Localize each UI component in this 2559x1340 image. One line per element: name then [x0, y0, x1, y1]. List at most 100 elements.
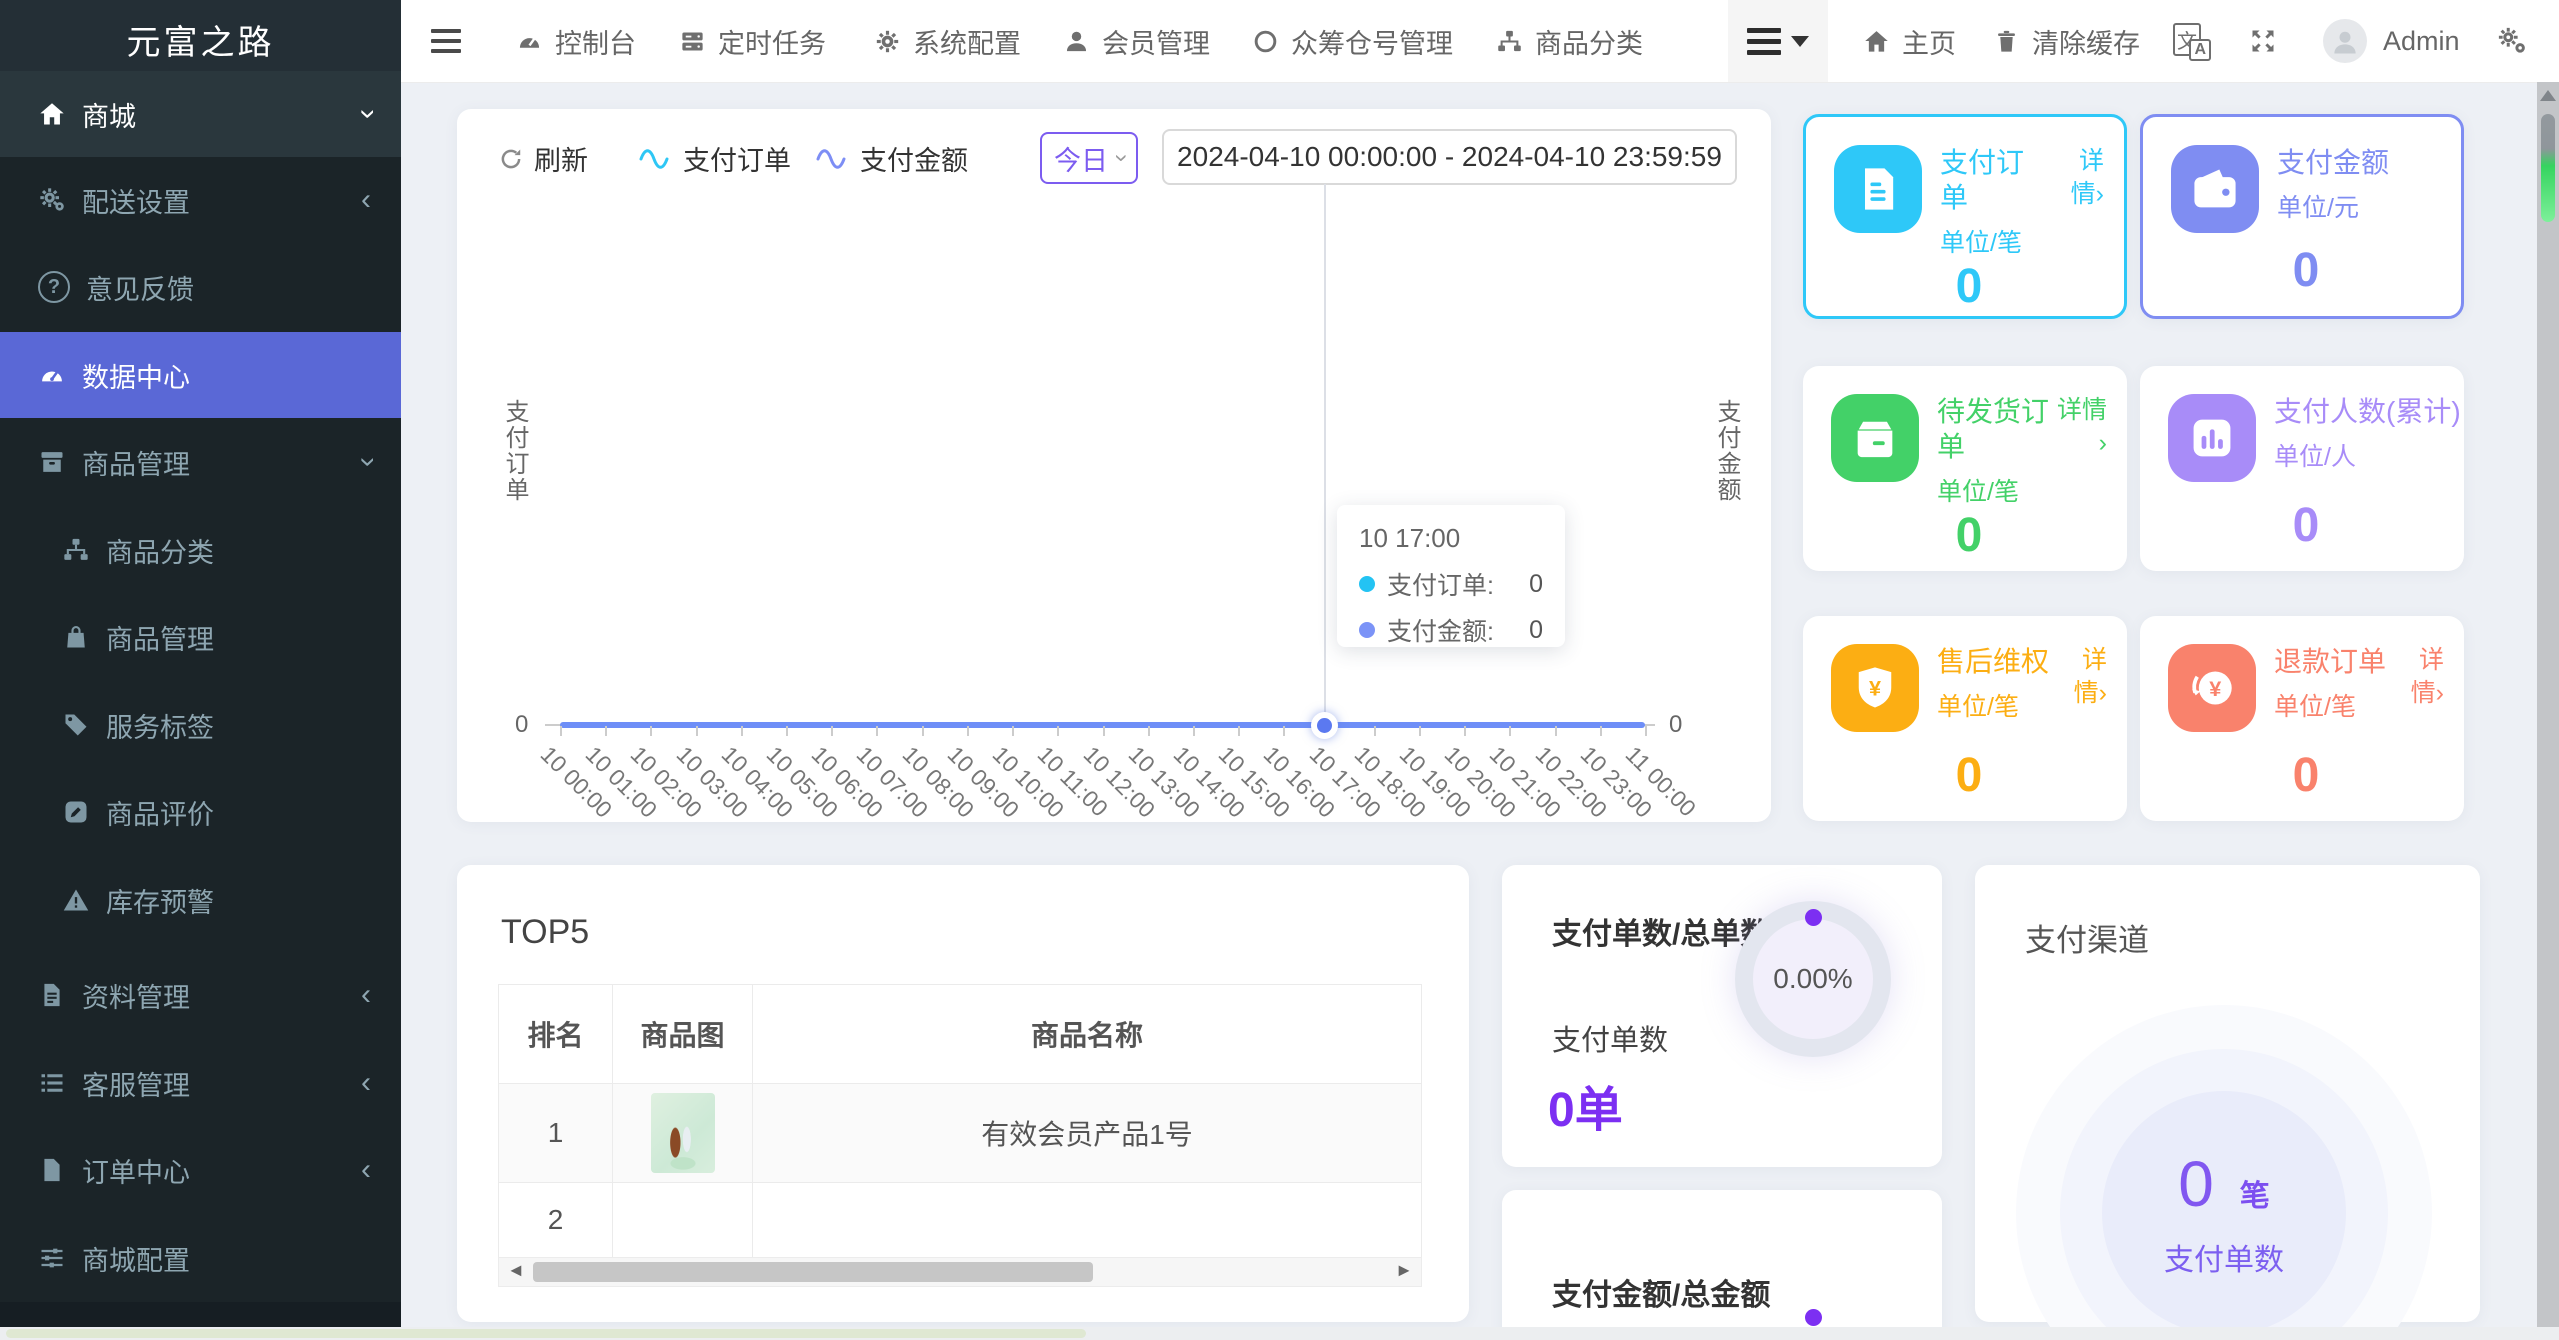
x-axis-tick — [1418, 726, 1421, 736]
file-icon — [38, 1156, 66, 1184]
scrollbar-thumb[interactable] — [6, 1329, 1086, 1338]
x-axis-tick — [966, 726, 969, 736]
series-dot-blue — [1359, 622, 1375, 638]
wallet-icon — [2171, 145, 2259, 233]
sidebar-item-label: 商品分类 — [106, 537, 214, 568]
gear-icon — [874, 28, 901, 55]
gauge-icon — [516, 28, 543, 55]
invoice-icon — [1834, 145, 1922, 233]
sidebar-item-goods-review[interactable]: 商品评价 — [0, 769, 401, 855]
sidebar-toggle-button[interactable] — [431, 0, 461, 82]
nav-item-member-management[interactable]: 会员管理 — [1063, 0, 1210, 82]
nav-item-crowdfunding-management[interactable]: 众筹仓号管理 — [1252, 0, 1453, 82]
datetime-range-input[interactable]: 2024-04-10 00:00:00 - 2024-04-10 23:59:5… — [1162, 129, 1737, 185]
pen-square-icon — [62, 798, 90, 826]
settings-button[interactable] — [2497, 0, 2527, 82]
question-icon: ? — [38, 271, 70, 303]
tooltip-row: 支付订单: 0 — [1359, 566, 1543, 602]
sidebar-item-feedback[interactable]: ? 意见反馈 — [0, 244, 401, 330]
table-horizontal-scrollbar[interactable]: ◄ ► — [498, 1257, 1422, 1287]
sidebar-item-material-management[interactable]: 资料管理 ‹ — [0, 952, 401, 1038]
sitemap-icon — [1496, 28, 1523, 55]
sidebar-item-label: 商品管理 — [82, 449, 190, 480]
chevron-left-icon: ‹ — [361, 1066, 371, 1099]
table-row: 2 — [498, 1182, 1422, 1258]
legend-pay-orders[interactable]: 支付订单 — [637, 139, 791, 178]
table-header-row: 排名 商品图 商品名称 — [498, 984, 1422, 1084]
wave-icon — [814, 147, 852, 171]
scrollbar-thumb[interactable] — [2541, 114, 2555, 222]
scroll-up-icon[interactable] — [2540, 90, 2556, 101]
stat-unit: 单位/元 — [2277, 194, 2359, 222]
pay-channel-card: 支付渠道 0 笔 支付单数 — [1975, 865, 2480, 1335]
cell-rank: 1 — [498, 1083, 613, 1183]
nav-item-scheduled-tasks[interactable]: 定时任务 — [679, 0, 826, 82]
cell-name — [752, 1182, 1422, 1258]
scroll-left-icon[interactable]: ◄ — [507, 1260, 525, 1281]
refresh-label: 刷新 — [534, 146, 588, 176]
x-axis-tick — [1102, 726, 1105, 736]
x-axis-tick — [1554, 726, 1557, 736]
gears-icon — [38, 186, 66, 214]
stat-title: 售后维权 — [1937, 646, 2050, 677]
sidebar-item-goods-management-parent[interactable]: 商品管理 ‹ — [0, 419, 401, 505]
language-switch-button[interactable]: 文A — [2173, 0, 2211, 82]
chart-crosshair-line — [1324, 184, 1326, 726]
stat-unit: 单位/笔 — [2274, 693, 2356, 721]
trend-chart-card: 刷新 支付订单 支付金额 今日 ‹ 2024-04-10 00:00:00 - … — [457, 109, 1771, 823]
chart-tooltip: 10 17:00 支付订单: 0 支付金额: 0 — [1337, 505, 1565, 647]
detail-link[interactable]: 详情› — [2048, 145, 2104, 259]
cell-rank: 2 — [498, 1182, 613, 1258]
ratio-label: 支付单数 — [1552, 1025, 1669, 1057]
fullscreen-icon — [2249, 27, 2277, 55]
ratio-title: 支付单数/总单数 — [1552, 918, 1771, 951]
sidebar-item-shop[interactable]: 商城 ‹ — [0, 71, 401, 157]
donut-marker-dot — [1805, 909, 1822, 926]
refresh-button[interactable]: 刷新 — [498, 139, 588, 178]
detail-link[interactable]: 详情› — [2388, 644, 2444, 732]
sidebar-item-data-center[interactable]: 数据中心 — [0, 332, 401, 418]
date-range-select[interactable]: 今日 ‹ — [1040, 132, 1138, 184]
stat-title: 退款订单 — [2274, 646, 2387, 677]
sidebar-item-label: 订单中心 — [82, 1157, 190, 1188]
vertical-scrollbar[interactable] — [2537, 82, 2559, 1340]
user-icon — [1063, 28, 1090, 55]
detail-link[interactable]: 详情 › — [2051, 394, 2107, 508]
sidebar-item-service-tags[interactable]: 服务标签 — [0, 682, 401, 768]
sidebar-item-label: 库存预警 — [106, 887, 214, 918]
series-dot-cyan — [1359, 576, 1375, 592]
detail-link[interactable]: 详情› — [2051, 644, 2107, 732]
nav-item-clear-cache[interactable]: 清除缓存 — [1993, 0, 2140, 82]
fullscreen-button[interactable] — [2249, 0, 2277, 82]
nav-item-console[interactable]: 控制台 — [516, 0, 636, 82]
sidebar-item-label: 商城配置 — [82, 1245, 190, 1276]
hamburger-icon — [431, 29, 461, 53]
user-menu[interactable]: Admin — [2323, 0, 2460, 82]
sliders-icon — [38, 1244, 66, 1272]
sidebar-item-delivery-settings[interactable]: 配送设置 ‹ — [0, 157, 401, 243]
legend-label: 支付金额 — [860, 146, 968, 176]
column-image: 商品图 — [612, 984, 753, 1084]
legend-pay-amount[interactable]: 支付金额 — [814, 139, 968, 178]
horizontal-scrollbar[interactable] — [0, 1327, 2559, 1340]
x-axis-tick — [1147, 726, 1150, 736]
nav-list-menu-button[interactable] — [1728, 0, 1828, 82]
nav-item-goods-category[interactable]: 商品分类 — [1496, 0, 1643, 82]
nav-item-system-config[interactable]: 系统配置 — [874, 0, 1021, 82]
sidebar-item-goods-category[interactable]: 商品分类 — [0, 507, 401, 593]
sidebar-item-order-center[interactable]: 订单中心 ‹ — [0, 1127, 401, 1213]
nav-item-homepage[interactable]: 主页 — [1863, 0, 1956, 82]
stat-title: 支付金额 — [2277, 147, 2390, 178]
tooltip-row: 支付金额: 0 — [1359, 612, 1543, 648]
x-axis-tick — [1373, 726, 1376, 736]
stat-card-pay-orders: 支付订单 单位/笔 详情› 0 — [1803, 114, 2127, 319]
scrollbar-thumb[interactable] — [533, 1262, 1093, 1282]
sidebar-item-stock-warning[interactable]: 库存预警 — [0, 857, 401, 943]
scroll-right-icon[interactable]: ► — [1395, 1260, 1413, 1281]
x-axis-tick — [695, 726, 698, 736]
sidebar-item-customer-service[interactable]: 客服管理 ‹ — [0, 1040, 401, 1126]
sidebar-item-mall-config[interactable]: 商城配置 — [0, 1215, 401, 1301]
channel-donut: 0 笔 支付单数 — [2102, 1091, 2346, 1335]
x-axis-tick — [1509, 726, 1512, 736]
sidebar-item-goods-manage[interactable]: 商品管理 — [0, 594, 401, 680]
